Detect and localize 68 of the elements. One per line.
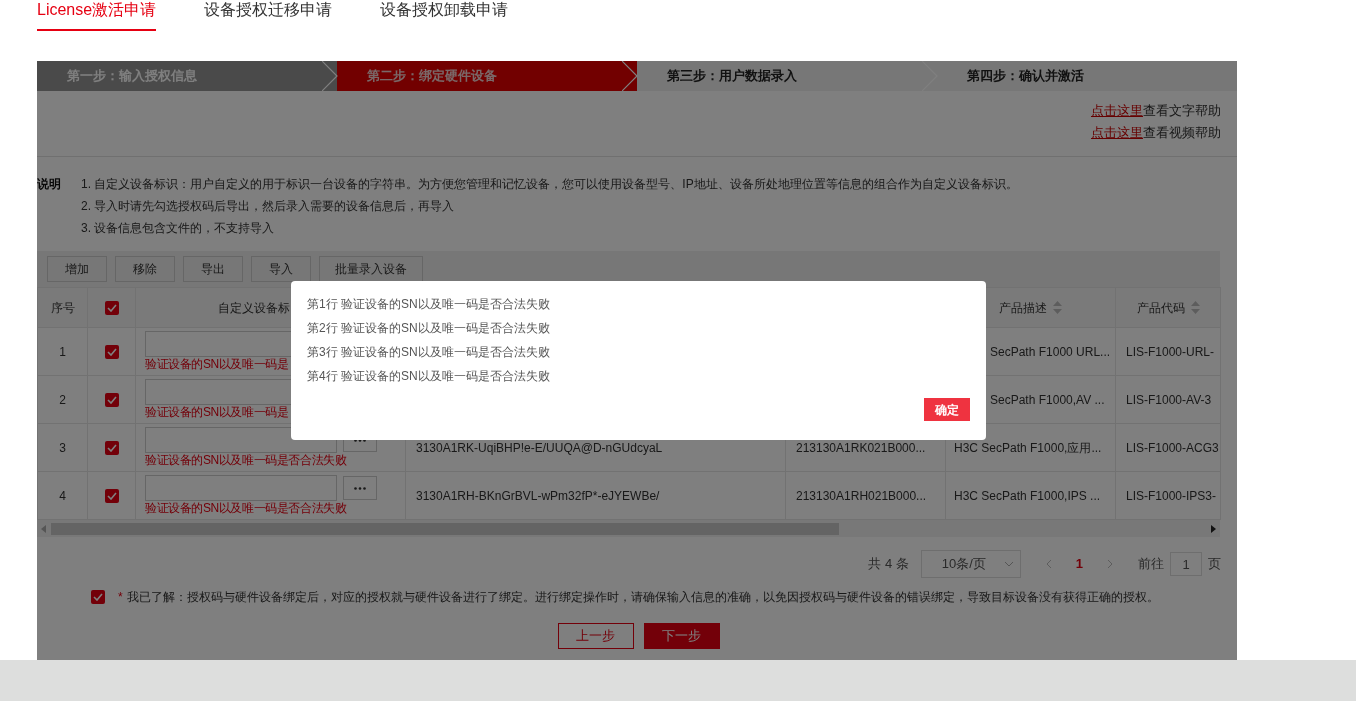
checkbox[interactable] xyxy=(104,392,119,407)
toolbar-button[interactable]: 增加 xyxy=(47,256,107,282)
page-number[interactable]: 1 xyxy=(1061,554,1097,574)
tab[interactable]: 设备授权卸载申请 xyxy=(380,1,509,31)
error-text: 验证设备的SN以及唯一码是 xyxy=(145,405,289,420)
horizontal-scrollbar[interactable] xyxy=(37,520,1220,537)
next-page-icon[interactable] xyxy=(1107,559,1114,569)
checkbox[interactable] xyxy=(91,590,105,604)
table-cell-text: 4 xyxy=(59,487,66,505)
note-text: 2. 导入时请先勾选授权码后导出，然后录入需要的设备信息后，再导入 xyxy=(81,198,456,215)
error-text: 验证设备的SN以及唯一码是否合法失败 xyxy=(145,501,347,516)
table-cell-text: 213130A1RH021B000... xyxy=(796,487,927,505)
more-icon xyxy=(354,486,366,490)
help-link[interactable]: 点击这里 xyxy=(1091,102,1143,119)
sort-icon[interactable] xyxy=(1053,301,1062,314)
tab[interactable]: License激活申请 xyxy=(37,1,157,31)
agreement-text: 我已了解：授权码与硬件设备绑定后，对应的授权就与硬件设备进行了绑定。进行绑定操作时，请确保输入信息的准确，以免因授权码与硬件设备的错误绑定，导致目标设备没有获得正确的授权。 xyxy=(126,589,1159,606)
total-count: 共 4 条 xyxy=(868,555,909,574)
confirm-button[interactable]: 确定 xyxy=(924,398,970,421)
previous-page-icon[interactable] xyxy=(1044,559,1052,569)
table-cell-text: LIS-F1000-URL- xyxy=(1126,343,1215,361)
page-size-select[interactable]: 10条/页 xyxy=(920,550,1021,578)
table-cell-text: 213130A1RK021B000... xyxy=(796,439,926,457)
goto-label: 前往 xyxy=(1138,555,1164,574)
goto-suffix: 页 xyxy=(1208,555,1221,574)
table-cell-text: 3130A1RK-UqiBHP!e-E/UUQA@D-nGUdcyaL xyxy=(416,439,663,457)
help-text: 查看视频帮助 xyxy=(1143,124,1221,141)
table-cell-text: H3C SecPath F1000,应用... xyxy=(954,439,1102,457)
dialog-message: 第1行 验证设备的SN以及唯一码是否合法失败 xyxy=(307,296,551,313)
error-text: 验证设备的SN以及唯一码是否合法失败 xyxy=(145,453,347,468)
sort-icon[interactable] xyxy=(1190,301,1200,314)
help-link[interactable]: 点击这里 xyxy=(1091,124,1143,141)
toolbar-button[interactable]: 移除 xyxy=(115,256,175,282)
dialog-message: 第2行 验证设备的SN以及唯一码是否合法失败 xyxy=(307,320,551,337)
help-text: 查看文字帮助 xyxy=(1143,102,1221,119)
step[interactable]: 第二步：绑定硬件设备 xyxy=(337,61,637,91)
column-header[interactable]: 自定义设备标 xyxy=(218,298,290,317)
checkbox[interactable] xyxy=(104,344,119,359)
note-text: 3. 设备信息包含文件的，不支持导入 xyxy=(81,220,276,237)
goto-page-field[interactable]: 1 xyxy=(1170,552,1202,576)
previous-step-button[interactable]: 上一步 xyxy=(557,623,634,649)
table-cell-text: H3C SecPath F1000,IPS ... xyxy=(954,487,1101,505)
table-cell-text: 1 xyxy=(59,343,66,361)
tab[interactable]: 设备授权迁移申请 xyxy=(204,1,333,31)
table-cell-text: 2 xyxy=(59,391,66,409)
required-mark: * xyxy=(118,589,123,606)
table-cell-text: LIS-F1000-IPS3- xyxy=(1126,487,1217,505)
column-header[interactable]: 产品描述 xyxy=(999,298,1047,317)
table-cell-text: 3 xyxy=(59,439,66,457)
device-id-field[interactable] xyxy=(145,475,337,501)
toolbar-button[interactable]: 导入 xyxy=(251,256,311,282)
checkbox[interactable] xyxy=(104,488,119,503)
dialog-message: 第4行 验证设备的SN以及唯一码是否合法失败 xyxy=(307,368,551,385)
note-text: 1. 自定义设备标识：用户自定义的用于标识一台设备的字符串。为方便您管理和记忆设备，您可以使用设备型号、IP地址、设备所处地理位置等信息的组合作为自定义设备标识。 xyxy=(81,176,1018,193)
checkbox[interactable] xyxy=(104,440,119,455)
chevron-down-icon xyxy=(1003,561,1014,567)
toolbar-button[interactable]: 批量录入设备 xyxy=(319,256,423,282)
toolbar-button[interactable]: 导出 xyxy=(183,256,243,282)
table-cell-text: SecPath F1000 URL... xyxy=(990,343,1111,361)
dialog-message: 第3行 验证设备的SN以及唯一码是否合法失败 xyxy=(307,344,551,361)
next-step-button[interactable]: 下一步 xyxy=(643,623,720,649)
table-cell-text: LIS-F1000-ACG3 xyxy=(1126,439,1219,457)
table-cell-text: LIS-F1000-AV-3 xyxy=(1126,391,1212,409)
error-text: 验证设备的SN以及唯一码是 xyxy=(145,357,289,372)
checkbox[interactable] xyxy=(104,300,119,315)
notes-label: 说明 xyxy=(37,176,62,193)
table-cell-text: 3130A1RH-BKnGrBVL-wPm32fP*-eJYEWBe/ xyxy=(416,487,660,505)
table-cell-text: SecPath F1000,AV ... xyxy=(990,391,1105,409)
